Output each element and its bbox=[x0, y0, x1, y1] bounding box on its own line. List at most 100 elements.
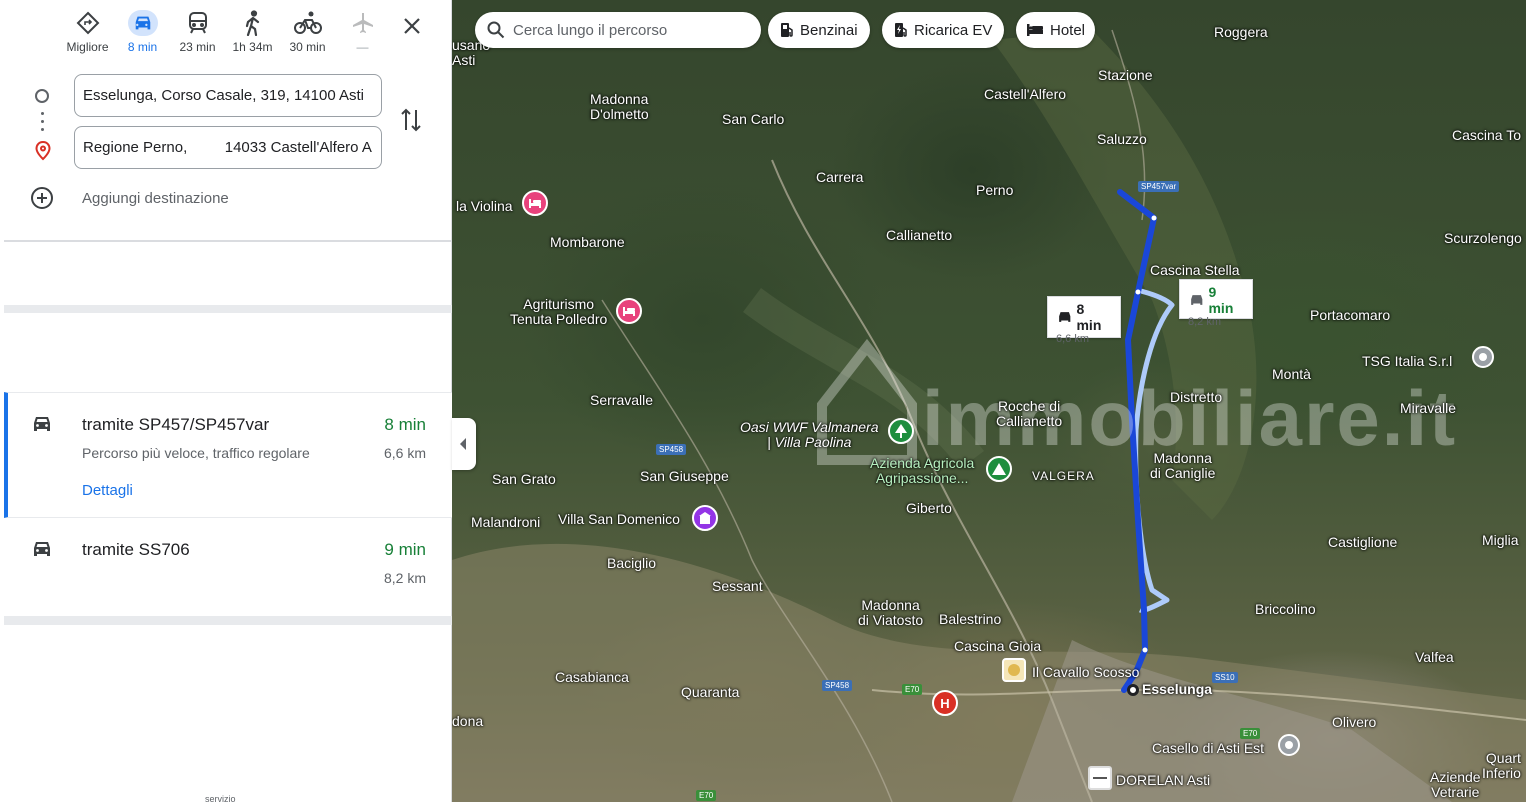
hotel-poi-icon[interactable] bbox=[616, 298, 642, 324]
store-poi-icon[interactable] bbox=[1088, 766, 1112, 790]
place-san-giuseppe[interactable]: San Giuseppe bbox=[640, 469, 729, 484]
place-briccolino[interactable]: Briccolino bbox=[1255, 602, 1316, 617]
hotel-poi-icon[interactable] bbox=[522, 190, 548, 216]
place-la-violina[interactable]: la Violina bbox=[456, 199, 513, 214]
place-distretto[interactable]: Distretto bbox=[1170, 390, 1222, 405]
origin-input[interactable]: Esselunga, Corso Casale, 319, 14100 Asti bbox=[74, 74, 382, 117]
mode-walk-label: 1h 34m bbox=[232, 40, 273, 54]
chip-gas-stations[interactable]: Benzinai bbox=[768, 12, 870, 48]
landmark-poi-icon[interactable] bbox=[692, 505, 718, 531]
place-cascina-stella[interactable]: Cascina Stella bbox=[1150, 263, 1240, 278]
chip-label: Ricarica EV bbox=[914, 21, 993, 39]
park-poi-icon[interactable] bbox=[888, 418, 914, 444]
place-giberto[interactable]: Giberto bbox=[906, 501, 952, 516]
place-valgera[interactable]: VALGERA bbox=[1032, 469, 1095, 484]
place-quaranta[interactable]: Quaranta bbox=[681, 685, 739, 700]
mode-bike[interactable]: 30 min bbox=[280, 8, 335, 60]
add-destination-button[interactable]: Aggiungi destinazione bbox=[30, 186, 229, 210]
mode-transit[interactable]: 23 min bbox=[170, 8, 225, 60]
place-mombarone[interactable]: Mombarone bbox=[550, 235, 625, 250]
place-casello-asti-est[interactable]: Casello di Asti Est bbox=[1152, 741, 1264, 756]
place-rocche[interactable]: Rocche di Callianetto bbox=[996, 399, 1062, 429]
place-malandroni[interactable]: Malandroni bbox=[471, 515, 540, 530]
search-along-route-input[interactable] bbox=[513, 21, 743, 39]
road-badge: E70 bbox=[1240, 728, 1261, 739]
chip-hotels[interactable]: Hotel bbox=[1016, 12, 1096, 48]
place-esselunga[interactable]: Esselunga bbox=[1142, 682, 1212, 697]
place-castell-alfero[interactable]: Castell'Alfero bbox=[984, 87, 1066, 102]
search-icon bbox=[487, 21, 505, 39]
place-roggera[interactable]: Roggera bbox=[1214, 25, 1268, 40]
place-cascina-gioia[interactable]: Cascina Gioia bbox=[954, 639, 1041, 654]
business-poi-icon[interactable] bbox=[1278, 734, 1300, 756]
bike-icon bbox=[293, 8, 322, 38]
mode-best[interactable]: Migliore bbox=[60, 8, 115, 60]
camping-poi-icon[interactable] bbox=[986, 456, 1012, 482]
train-icon bbox=[187, 8, 209, 38]
place-casabianca[interactable]: Casabianca bbox=[555, 670, 629, 685]
place-dona[interactable]: dona bbox=[452, 714, 483, 729]
place-monta[interactable]: Montà bbox=[1272, 367, 1311, 382]
place-carrera[interactable]: Carrera bbox=[816, 170, 863, 185]
mode-flight[interactable]: — bbox=[335, 8, 390, 60]
chip-ev-charging[interactable]: Ricarica EV bbox=[882, 12, 1005, 48]
gas-station-icon bbox=[781, 23, 793, 37]
place-miravalle[interactable]: Miravalle bbox=[1400, 401, 1456, 416]
place-cascina-to[interactable]: Cascina To bbox=[1452, 128, 1521, 143]
place-portacomaro[interactable]: Portacomaro bbox=[1310, 308, 1390, 323]
place-perno[interactable]: Perno bbox=[976, 183, 1013, 198]
route-dot bbox=[41, 112, 44, 115]
place-agriturismo[interactable]: Agriturismo Tenuta Polledro bbox=[510, 297, 607, 327]
place-dorelan-asti[interactable]: DORELAN Asti bbox=[1116, 773, 1210, 788]
place-azienda-agricola[interactable]: Azienda Agricola Agripassione... bbox=[870, 456, 974, 486]
place-quarto-inferiore[interactable]: Quart Inferio bbox=[1482, 751, 1521, 781]
origin-marker[interactable] bbox=[1127, 684, 1139, 696]
place-olivero[interactable]: Olivero bbox=[1332, 715, 1376, 730]
map-canvas[interactable]: immobiliare.it usano Asti Madonna D'olmett… bbox=[452, 0, 1526, 802]
route-card-main[interactable]: 8 min 6,6 km bbox=[1047, 296, 1121, 345]
place-miglia[interactable]: Miglia bbox=[1482, 533, 1519, 548]
route-option-1[interactable]: tramite SP457/SP457var Percorso più velo… bbox=[4, 392, 452, 518]
place-baciglio[interactable]: Baciglio bbox=[607, 556, 656, 571]
mode-transit-label: 23 min bbox=[179, 40, 216, 54]
place-sessant[interactable]: Sessant bbox=[712, 579, 763, 594]
search-along-route[interactable] bbox=[475, 12, 761, 48]
walk-icon bbox=[243, 8, 263, 38]
place-madonna-dolmetto[interactable]: Madonna D'olmetto bbox=[590, 92, 649, 122]
mode-walk[interactable]: 1h 34m bbox=[225, 8, 280, 60]
place-madonna-caniglie[interactable]: Madonna di Caniglie bbox=[1150, 451, 1215, 481]
route-option-2[interactable]: tramite SS706 9 min 8,2 km bbox=[4, 518, 452, 617]
place-aziende-vetrarie[interactable]: Aziende Vetrarie bbox=[1430, 770, 1481, 800]
place-callianetto[interactable]: Callianetto bbox=[886, 228, 952, 243]
place-saluzzo[interactable]: Saluzzo bbox=[1097, 132, 1147, 147]
place-oasi-wwf[interactable]: Oasi WWF Valmanera | Villa Paolina bbox=[740, 420, 878, 450]
mode-car[interactable]: 8 min bbox=[115, 8, 170, 60]
place-stazione[interactable]: Stazione bbox=[1098, 68, 1152, 83]
place-villa-san-domenico[interactable]: Villa San Domenico bbox=[558, 512, 680, 527]
swap-button[interactable] bbox=[399, 106, 423, 139]
destination-input[interactable]: Regione Perno, 14033 Castell'Alfero A bbox=[74, 126, 382, 169]
collapse-panel-button[interactable] bbox=[452, 418, 476, 470]
place-madonna-viatosto[interactable]: Madonna di Viatosto bbox=[858, 598, 923, 628]
business-poi-icon[interactable] bbox=[1472, 346, 1494, 368]
place-balestrino[interactable]: Balestrino bbox=[939, 612, 1001, 627]
route-title: tramite SS706 bbox=[82, 540, 190, 559]
place-tsg-italia[interactable]: TSG Italia S.r.l bbox=[1362, 354, 1452, 369]
food-poi-icon[interactable] bbox=[1002, 658, 1026, 682]
place-san-grato[interactable]: San Grato bbox=[492, 472, 556, 487]
road-badge: SP458 bbox=[822, 680, 853, 691]
hospital-poi-icon[interactable]: H bbox=[932, 690, 958, 716]
place-serravalle[interactable]: Serravalle bbox=[590, 393, 653, 408]
add-destination-label: Aggiungi destinazione bbox=[82, 189, 229, 207]
place-castiglione[interactable]: Castiglione bbox=[1328, 535, 1397, 550]
car-icon bbox=[30, 538, 54, 565]
place-scurzolengo[interactable]: Scurzolengo bbox=[1444, 231, 1522, 246]
add-circle-icon bbox=[31, 187, 53, 209]
route-card-alt[interactable]: 9 min 8,2 km bbox=[1179, 279, 1253, 328]
place-il-cavallo-scosso[interactable]: Il Cavallo Scosso bbox=[1032, 665, 1139, 680]
ev-charging-icon bbox=[895, 23, 907, 37]
place-san-carlo[interactable]: San Carlo bbox=[722, 112, 784, 127]
route-details-link[interactable]: Dettagli bbox=[82, 482, 133, 499]
close-directions-button[interactable] bbox=[398, 12, 426, 40]
place-valfea[interactable]: Valfea bbox=[1415, 650, 1454, 665]
